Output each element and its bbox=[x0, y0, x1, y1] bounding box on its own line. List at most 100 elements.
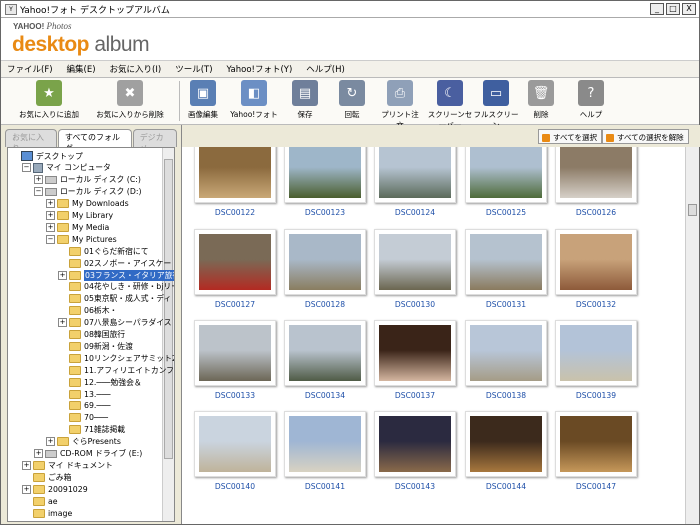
photo-thumbnail[interactable]: DSC00125 bbox=[465, 147, 547, 217]
photo-frame[interactable] bbox=[465, 229, 547, 295]
tree-node[interactable]: +03フランス・イタリア旅行 bbox=[58, 269, 174, 281]
tree-node[interactable]: + My Media bbox=[46, 221, 109, 233]
photo-frame[interactable] bbox=[374, 229, 456, 295]
expand-icon[interactable]: + bbox=[34, 175, 43, 185]
tree-scrollbar[interactable] bbox=[162, 148, 174, 521]
close-button[interactable]: X bbox=[682, 3, 696, 15]
photo-frame[interactable] bbox=[284, 320, 366, 386]
menu-item-1[interactable]: 編集(E) bbox=[67, 63, 96, 75]
photo-thumbnail[interactable]: DSC00124 bbox=[374, 147, 456, 217]
menu-item-4[interactable]: Yahoo!フォト(Y) bbox=[227, 63, 293, 75]
tree-node[interactable]: 13.─── bbox=[58, 388, 110, 400]
photo-frame[interactable] bbox=[194, 411, 276, 477]
expand-icon[interactable]: + bbox=[46, 199, 55, 209]
menu-item-0[interactable]: ファイル(F) bbox=[7, 63, 53, 75]
tree-node[interactable]: + My Library bbox=[46, 210, 113, 222]
tab-1[interactable]: すべてのフォルダ bbox=[57, 129, 132, 153]
photo-thumbnail[interactable]: DSC00123 bbox=[284, 147, 366, 217]
photo-frame[interactable] bbox=[555, 147, 637, 203]
photo-frame[interactable] bbox=[194, 229, 276, 295]
photo-thumbnail[interactable]: DSC00128 bbox=[284, 229, 366, 309]
photo-frame[interactable] bbox=[555, 229, 637, 295]
tree-node[interactable]: 08韓国旅行 bbox=[58, 329, 125, 341]
grid-scrollbar[interactable] bbox=[685, 147, 699, 524]
photo-frame[interactable] bbox=[194, 147, 276, 203]
photo-frame[interactable] bbox=[194, 320, 276, 386]
tree-node[interactable]: 69.─── bbox=[58, 400, 110, 412]
tree-node[interactable]: ごみ箱 bbox=[22, 471, 71, 483]
photo-frame[interactable] bbox=[465, 147, 547, 203]
photo-thumbnail[interactable]: DSC00126 bbox=[555, 147, 637, 217]
toolbar-button-save[interactable]: ▤ 保存 bbox=[285, 80, 325, 120]
photo-thumbnail[interactable]: DSC00131 bbox=[465, 229, 547, 309]
select-all-button[interactable]: すべてを選択 bbox=[538, 129, 603, 144]
title-bar[interactable]: Y Yahoo!フォト デスクトップアルバム _ □ X bbox=[1, 1, 699, 18]
toolbar-button-fullscreen[interactable]: ▭フルスクリーン bbox=[473, 80, 519, 131]
photo-thumbnail[interactable]: DSC00130 bbox=[374, 229, 456, 309]
tree-node[interactable]: + ぐらPresents bbox=[46, 436, 121, 448]
tree-node[interactable]: + ローカル ディスク (C:) bbox=[34, 174, 141, 186]
photo-frame[interactable] bbox=[284, 229, 366, 295]
tab-0[interactable]: お気に入り bbox=[5, 129, 57, 153]
toolbar-button-yahoo-photo[interactable]: ◧ Yahoo!フォト bbox=[229, 80, 279, 120]
collapse-icon[interactable]: − bbox=[22, 163, 31, 173]
photo-frame[interactable] bbox=[284, 411, 366, 477]
expand-icon[interactable]: + bbox=[22, 460, 31, 470]
tree-node[interactable]: 70─── bbox=[58, 412, 108, 424]
tree-node[interactable]: ae bbox=[22, 495, 58, 507]
toolbar-button-print-order[interactable]: ⎙プリント注文 bbox=[379, 80, 421, 131]
tree-node[interactable]: + My Downloads bbox=[46, 198, 129, 210]
photo-thumbnail[interactable]: DSC00133 bbox=[194, 320, 276, 400]
expand-icon[interactable]: + bbox=[58, 318, 67, 328]
expand-icon[interactable]: + bbox=[34, 449, 43, 458]
toolbar-button-remove-favorite[interactable]: ✖ お気に入りから削除 bbox=[87, 80, 173, 120]
tree-node[interactable]: 10リンクシェアサミット200 bbox=[58, 352, 174, 364]
tree-node[interactable]: − My Pictures bbox=[46, 233, 117, 245]
tree-node[interactable]: 09新潟・佐渡 bbox=[58, 340, 133, 352]
tree-node[interactable]: +07八景島シーパラダイス bbox=[58, 317, 172, 329]
toolbar-button-add-favorite[interactable]: ★ お気に入りに追加 bbox=[9, 80, 89, 120]
folder-tree[interactable]: デスクトップ − マイ コンピュータ + ローカル ディスク (C:) − ローカル ディス… bbox=[7, 147, 175, 522]
toolbar-button-image-edit[interactable]: ▣ 画像編集 bbox=[181, 80, 225, 120]
photo-thumbnail[interactable]: DSC00139 bbox=[555, 320, 637, 400]
tree-node[interactable]: 71雑誌掲載 bbox=[58, 424, 125, 436]
photo-frame[interactable] bbox=[284, 147, 366, 203]
tree-node[interactable]: 12.───勉強会＆ bbox=[58, 376, 142, 388]
photo-thumbnail[interactable]: DSC00140 bbox=[194, 411, 276, 491]
photo-frame[interactable] bbox=[374, 147, 456, 203]
toolbar-button-help[interactable]: ? ヘルプ bbox=[573, 80, 609, 120]
photo-thumbnail[interactable]: DSC00144 bbox=[465, 411, 547, 491]
tree-scroll-thumb[interactable] bbox=[164, 159, 173, 459]
toolbar-button-screensaver[interactable]: ☾スクリーンセーバー bbox=[425, 80, 475, 131]
photo-frame[interactable] bbox=[465, 411, 547, 477]
photo-thumbnail[interactable]: DSC00122 bbox=[194, 147, 276, 217]
minimize-button[interactable]: _ bbox=[650, 3, 664, 15]
menu-item-2[interactable]: お気に入り(I) bbox=[110, 63, 162, 75]
collapse-icon[interactable]: − bbox=[34, 187, 43, 197]
photo-thumbnail[interactable]: DSC00138 bbox=[465, 320, 547, 400]
photo-thumbnail[interactable]: DSC00134 bbox=[284, 320, 366, 400]
tree-node[interactable]: 02スノボー・アイスケー bbox=[58, 257, 171, 269]
tree-node[interactable]: image bbox=[22, 507, 72, 519]
tree-node[interactable]: +20091029 bbox=[22, 483, 88, 495]
collapse-icon[interactable]: − bbox=[46, 234, 55, 244]
photo-thumbnail[interactable]: DSC00137 bbox=[374, 320, 456, 400]
expand-icon[interactable]: + bbox=[46, 437, 55, 447]
grid-scroll-thumb[interactable] bbox=[688, 204, 697, 216]
photo-frame[interactable] bbox=[555, 320, 637, 386]
maximize-button[interactable]: □ bbox=[666, 3, 680, 15]
photo-thumbnail[interactable]: DSC00147 bbox=[555, 411, 637, 491]
photo-thumbnail[interactable]: DSC00132 bbox=[555, 229, 637, 309]
tree-node[interactable]: 01ぐらだ新宿にて bbox=[58, 245, 149, 257]
photo-thumbnail[interactable]: DSC00143 bbox=[374, 411, 456, 491]
tree-node[interactable]: − マイ コンピュータ bbox=[22, 162, 111, 174]
expand-icon[interactable]: + bbox=[22, 484, 31, 494]
tab-2[interactable]: デジカメ bbox=[132, 129, 177, 153]
photo-frame[interactable] bbox=[374, 411, 456, 477]
tree-node[interactable]: 11.アフィリエイトカンファレ bbox=[58, 364, 174, 376]
tree-node[interactable]: + CD-ROM ドライブ (E:) bbox=[34, 448, 142, 460]
photo-thumbnail[interactable]: DSC00127 bbox=[194, 229, 276, 309]
photo-frame[interactable] bbox=[465, 320, 547, 386]
tree-node[interactable]: + マイ ドキュメント bbox=[22, 459, 113, 471]
toolbar-button-trash[interactable]: 🗑 削除 bbox=[523, 80, 559, 120]
